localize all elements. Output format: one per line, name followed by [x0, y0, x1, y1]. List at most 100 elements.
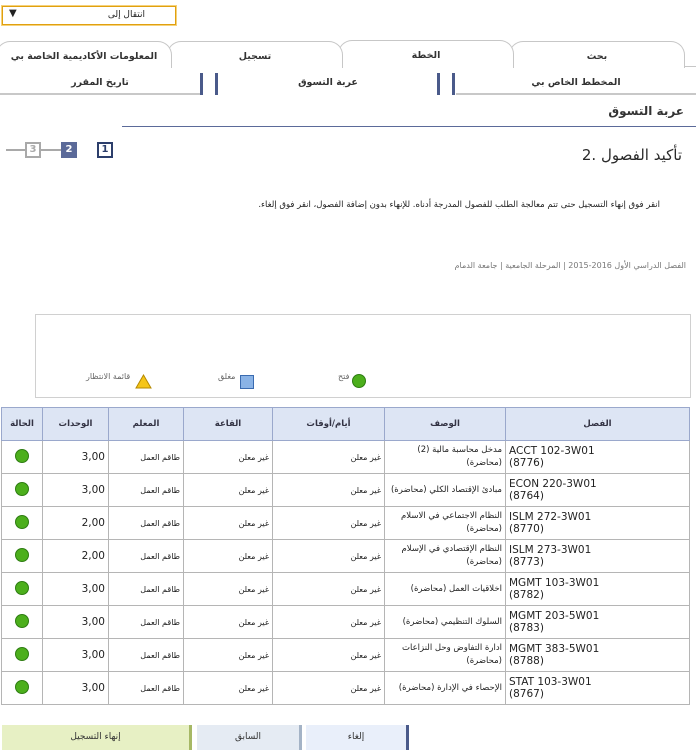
units-cell: 3,00	[42, 605, 109, 639]
step-connector	[6, 149, 26, 151]
description-cell: السلوك التنظيمي (محاضرة)	[384, 605, 506, 639]
class-number: (8788)	[509, 655, 544, 667]
class-code: ACCT 102-3W01	[509, 445, 595, 457]
instructor-cell: طاقم العمل	[108, 473, 184, 507]
open-status-icon	[15, 646, 29, 661]
class-number: (8776)	[509, 457, 544, 469]
units-cell: 2,00	[42, 539, 109, 573]
status-cell	[1, 539, 43, 573]
dropdown-arrow-icon: ▼	[9, 8, 17, 19]
header-instructor: المعلم	[108, 407, 184, 441]
term-info: الفصل الدراسي الأول 2016-2015 | المرحلة …	[454, 261, 686, 270]
status-cell	[1, 473, 43, 507]
table-row: 3,00 طاقم العمل غير معلن غير معلن ادارة …	[1, 638, 690, 672]
tab-enroll[interactable]: تسجيل	[167, 41, 343, 68]
header-class: الفصل	[505, 407, 690, 441]
instructor-cell: طاقم العمل	[108, 638, 184, 672]
class-cell[interactable]: MGMT 203-5W01 (8783)	[505, 605, 690, 639]
description-cell: اخلاقيات العمل (محاضرة)	[384, 572, 506, 606]
table-row: 3,00 طاقم العمل غير معلن غير معلن مدخل م…	[1, 440, 690, 474]
open-status-icon	[15, 481, 29, 496]
tab-plan[interactable]: الخطة	[338, 40, 514, 68]
status-cell	[1, 638, 43, 672]
days-times-cell: غير معلن	[272, 506, 385, 540]
class-cell[interactable]: ECON 220-3W01 (8764)	[505, 473, 690, 507]
room-cell: غير معلن	[183, 473, 273, 507]
days-times-cell: غير معلن	[272, 539, 385, 573]
title-rule	[122, 126, 696, 127]
subtab-separator	[437, 73, 440, 95]
room-cell: غير معلن	[183, 539, 273, 573]
tab-my-academics[interactable]: المعلومات الأكاديمية الخاصة بي	[0, 41, 172, 68]
table-row: 3,00 طاقم العمل غير معلن غير معلن مبادئ …	[1, 473, 690, 507]
description-cell: النظام الإقتصادي في الإسلام (محاضرة)	[384, 539, 506, 573]
open-status-icon	[15, 580, 29, 595]
open-status-icon	[15, 547, 29, 562]
description-cell: مدخل محاسبة مالية (2) (محاضرة)	[384, 440, 506, 474]
description-cell: مبادئ الإقتصاد الكلي (محاضرة)	[384, 473, 506, 507]
closed-status-icon	[240, 375, 254, 389]
class-cell[interactable]: ISLM 273-3W01 (8773)	[505, 539, 690, 573]
legend-closed-label: مغلق	[218, 372, 236, 381]
class-number: (8770)	[509, 523, 544, 535]
days-times-cell: غير معلن	[272, 440, 385, 474]
subtab-shopping-cart[interactable]: عربة التسوق	[218, 73, 438, 93]
previous-button[interactable]: السابق	[197, 725, 302, 750]
instructor-cell: طاقم العمل	[108, 605, 184, 639]
jump-to-select[interactable]: ▼ انتقال إلى	[2, 6, 176, 25]
open-status-icon	[15, 514, 29, 529]
table-row: 2,00 طاقم العمل غير معلن غير معلن النظام…	[1, 506, 690, 540]
table-row: 2,00 طاقم العمل غير معلن غير معلن النظام…	[1, 539, 690, 573]
class-number: (8783)	[509, 622, 544, 634]
table-row: 3,00 طاقم العمل غير معلن غير معلن الإحصا…	[1, 671, 690, 705]
units-cell: 3,00	[42, 440, 109, 474]
units-cell: 3,00	[42, 473, 109, 507]
class-number: (8773)	[509, 556, 544, 568]
status-cell	[1, 605, 43, 639]
step-connector	[41, 149, 62, 151]
class-cell[interactable]: STAT 103-3W01 (8767)	[505, 671, 690, 705]
subtab-course-history[interactable]: تاريخ المقرر	[0, 73, 200, 93]
class-cell[interactable]: ACCT 102-3W01 (8776)	[505, 440, 690, 474]
subtab-separator	[215, 73, 218, 95]
subtab-shadow	[456, 93, 696, 95]
class-code: MGMT 103-3W01	[509, 577, 600, 589]
header-units: الوحدات	[42, 407, 109, 441]
tab-search[interactable]: بحث	[509, 41, 685, 68]
cancel-button[interactable]: إلغاء	[306, 725, 409, 750]
header-days-times: أيام/أوقات	[272, 407, 385, 441]
room-cell: غير معلن	[183, 572, 273, 606]
class-code: ECON 220-3W01	[509, 478, 597, 490]
page-title: عربة التسوق	[608, 104, 684, 118]
room-cell: غير معلن	[183, 671, 273, 705]
finish-enrolling-button[interactable]: إنهاء التسجيل	[2, 725, 192, 750]
status-cell	[1, 440, 43, 474]
class-cell[interactable]: ISLM 272-3W01 (8770)	[505, 506, 690, 540]
header-room: القاعة	[183, 407, 273, 441]
room-cell: غير معلن	[183, 440, 273, 474]
legend-waitlist-label: قائمة الانتظار	[86, 372, 131, 381]
room-cell: غير معلن	[183, 605, 273, 639]
instructor-cell: طاقم العمل	[108, 671, 184, 705]
instructor-cell: طاقم العمل	[108, 506, 184, 540]
class-code: STAT 103-3W01	[509, 676, 592, 688]
instructor-cell: طاقم العمل	[108, 440, 184, 474]
days-times-cell: غير معلن	[272, 671, 385, 705]
open-status-icon	[15, 679, 29, 694]
class-code: MGMT 203-5W01	[509, 610, 600, 622]
days-times-cell: غير معلن	[272, 638, 385, 672]
shopping-cart-table: الحالة الوحدات المعلم القاعة أيام/أوقات …	[1, 407, 690, 705]
step-2-indicator: 2	[61, 142, 77, 158]
class-cell[interactable]: MGMT 103-3W01 (8782)	[505, 572, 690, 606]
subtab-my-planner[interactable]: المخطط الخاص بي	[456, 73, 696, 93]
class-number: (8782)	[509, 589, 544, 601]
class-cell[interactable]: MGMT 383-5W01 (8788)	[505, 638, 690, 672]
days-times-cell: غير معلن	[272, 572, 385, 606]
status-cell	[1, 671, 43, 705]
waitlist-status-icon	[135, 374, 152, 389]
units-cell: 3,00	[42, 572, 109, 606]
table-row: 3,00 طاقم العمل غير معلن غير معلن اخلاقي…	[1, 572, 690, 606]
subtab-separator	[452, 73, 455, 95]
subtab-shadow	[0, 93, 200, 95]
subtab-separator	[200, 73, 203, 95]
